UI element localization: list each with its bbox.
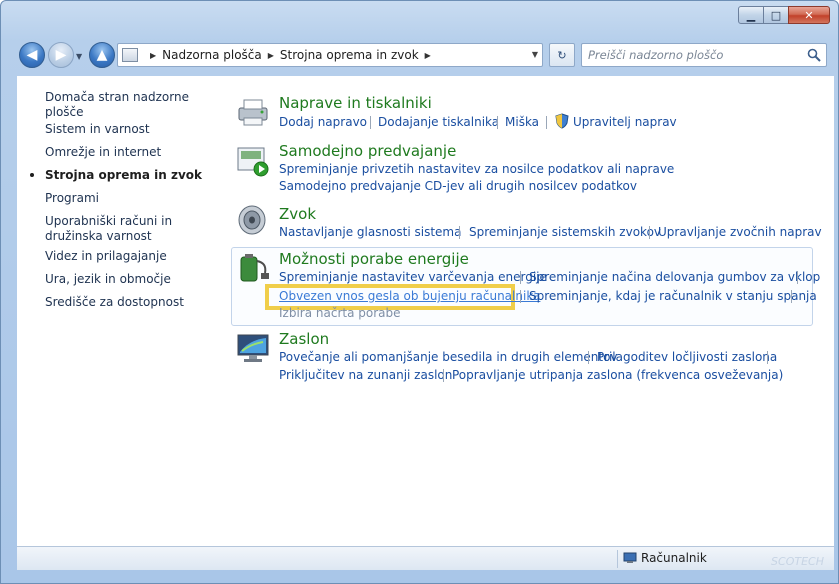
search-input[interactable]: Preišči nadzorno ploščo (581, 43, 827, 67)
category-title-sound[interactable]: Zvok (279, 205, 316, 223)
minimize-button[interactable]: ▁ (738, 6, 764, 24)
close-button[interactable]: ✕ (788, 6, 830, 24)
link-add-printer[interactable]: Dodajanje tiskalnika (378, 115, 499, 129)
breadcrumb-control-panel[interactable]: Nadzorna plošča (162, 48, 262, 62)
history-dropdown-icon[interactable]: ▼ (76, 52, 82, 61)
category-title-devices[interactable]: Naprave in tiskalniki (279, 94, 432, 112)
link-external-display[interactable]: Priključitev na zunanji zaslon (279, 368, 452, 382)
divider (546, 116, 547, 129)
link-mouse[interactable]: Miška (505, 115, 539, 129)
arrow-right-icon: ▶ (55, 47, 67, 63)
computer-icon (623, 552, 637, 563)
sidebar-item-clock-language[interactable]: Ura, jezik in območje (45, 272, 215, 287)
link-change-sleep[interactable]: Spreminjanje, kdaj je računalnik v stanj… (529, 289, 817, 303)
sidebar-item-home[interactable]: Domača stran nadzorne plošče (45, 90, 215, 120)
divider (443, 369, 444, 382)
chevron-right-icon[interactable]: ▶ (268, 51, 274, 60)
link-power-buttons[interactable]: Spreminjanje načina delovanja gumbov za … (529, 270, 820, 284)
breadcrumb-hardware-sound[interactable]: Strojna oprema in zvok (280, 48, 419, 62)
category-title-display[interactable]: Zaslon (279, 330, 329, 348)
divider (588, 351, 589, 364)
speaker-icon[interactable] (235, 204, 271, 236)
control-panel-icon (122, 48, 138, 62)
sidebar-item-appearance[interactable]: Videz in prilagajanje (45, 249, 215, 264)
sidebar-item-hardware-sound: Strojna oprema in zvok (45, 168, 203, 182)
divider (791, 290, 792, 303)
status-bar: Računalnik SCOTECH (17, 546, 834, 570)
main-panel: Naprave in tiskalniki Dodaj napravo Doda… (217, 76, 834, 546)
link-change-system-sounds[interactable]: Spreminjanje sistemskih zvokov (469, 225, 661, 239)
maximize-button[interactable]: □ (763, 6, 789, 24)
divider (497, 116, 498, 129)
divider (797, 271, 798, 284)
watermark: SCOTECH (771, 555, 824, 568)
refresh-icon: ↻ (557, 48, 567, 62)
link-manage-audio-devices[interactable]: Upravljanje zvočnih naprav (658, 225, 822, 239)
divider (370, 116, 371, 129)
uac-shield-icon (555, 113, 569, 129)
content-area: Domača stran nadzorne plošče Sistem in v… (17, 76, 834, 546)
link-adjust-volume[interactable]: Nastavljanje glasnosti sistema (279, 225, 461, 239)
control-panel-window: ▁ □ ✕ ◀ ▶ ▼ ▲ ▶ Nadzorna plošča ▶ Strojn… (0, 0, 839, 584)
chevron-right-icon[interactable]: ▶ (425, 51, 431, 60)
status-computer-label: Računalnik (641, 551, 707, 565)
link-text-size[interactable]: Povečanje ali pomanjšanje besedila in dr… (279, 350, 618, 364)
battery-icon[interactable] (235, 251, 271, 283)
link-change-power-saving[interactable]: Spreminjanje nastavitev varčevanja energ… (279, 270, 547, 284)
category-title-power[interactable]: Možnosti porabe energije (279, 250, 469, 268)
link-choose-power-plan[interactable]: Izbira načrta porabe (279, 306, 401, 320)
sidebar-item-programs[interactable]: Programi (45, 191, 215, 206)
link-autoplay-cds[interactable]: Samodejno predvajanje CD-jev ali drugih … (279, 179, 637, 193)
address-dropdown-icon[interactable]: ▼ (532, 50, 538, 59)
printer-icon[interactable] (235, 96, 271, 128)
link-refresh-rate[interactable]: Popravljanje utripanja zaslona (frekvenc… (452, 368, 783, 382)
navigation-bar: ◀ ▶ ▼ ▲ ▶ Nadzorna plošča ▶ Strojna opre… (1, 39, 838, 73)
link-device-manager[interactable]: Upravitelj naprav (573, 115, 677, 129)
sidebar-item-ease-of-access[interactable]: Središče za dostopnost (45, 295, 215, 310)
sidebar: Domača stran nadzorne plošče Sistem in v… (17, 76, 217, 546)
chevron-right-icon[interactable]: ▶ (150, 51, 156, 60)
sidebar-item-network[interactable]: Omrežje in internet (45, 145, 215, 160)
caption-buttons: ▁ □ ✕ (738, 6, 830, 24)
divider (767, 351, 768, 364)
refresh-button[interactable]: ↻ (549, 43, 575, 67)
link-change-autoplay-defaults[interactable]: Spreminjanje privzetih nastavitev za nos… (279, 162, 674, 176)
address-bar[interactable]: ▶ Nadzorna plošča ▶ Strojna oprema in zv… (117, 43, 543, 67)
link-screen-resolution[interactable]: Prilagoditev ločljivosti zaslona (597, 350, 777, 364)
current-bullet (30, 173, 34, 177)
link-add-device[interactable]: Dodaj napravo (279, 115, 367, 129)
divider (649, 226, 650, 239)
sidebar-item-user-accounts[interactable]: Uporabniški računi in družinska varnost (45, 214, 217, 244)
divider (459, 226, 460, 239)
category-title-autoplay[interactable]: Samodejno predvajanje (279, 142, 456, 160)
forward-button[interactable]: ▶ (48, 42, 74, 68)
monitor-icon[interactable] (235, 332, 271, 364)
up-button[interactable]: ▲ (89, 42, 115, 68)
divider (520, 271, 521, 284)
search-icon[interactable] (807, 48, 821, 62)
divider (520, 290, 521, 303)
arrow-up-icon: ▲ (96, 47, 108, 63)
status-divider (617, 550, 618, 568)
link-require-password-on-wake[interactable]: Obvezen vnos gesla ob bujenju računalnik… (279, 289, 540, 303)
back-button[interactable]: ◀ (19, 42, 45, 68)
autoplay-icon[interactable] (235, 145, 271, 177)
arrow-left-icon: ◀ (26, 47, 38, 63)
sidebar-item-system-security[interactable]: Sistem in varnost (45, 122, 215, 137)
